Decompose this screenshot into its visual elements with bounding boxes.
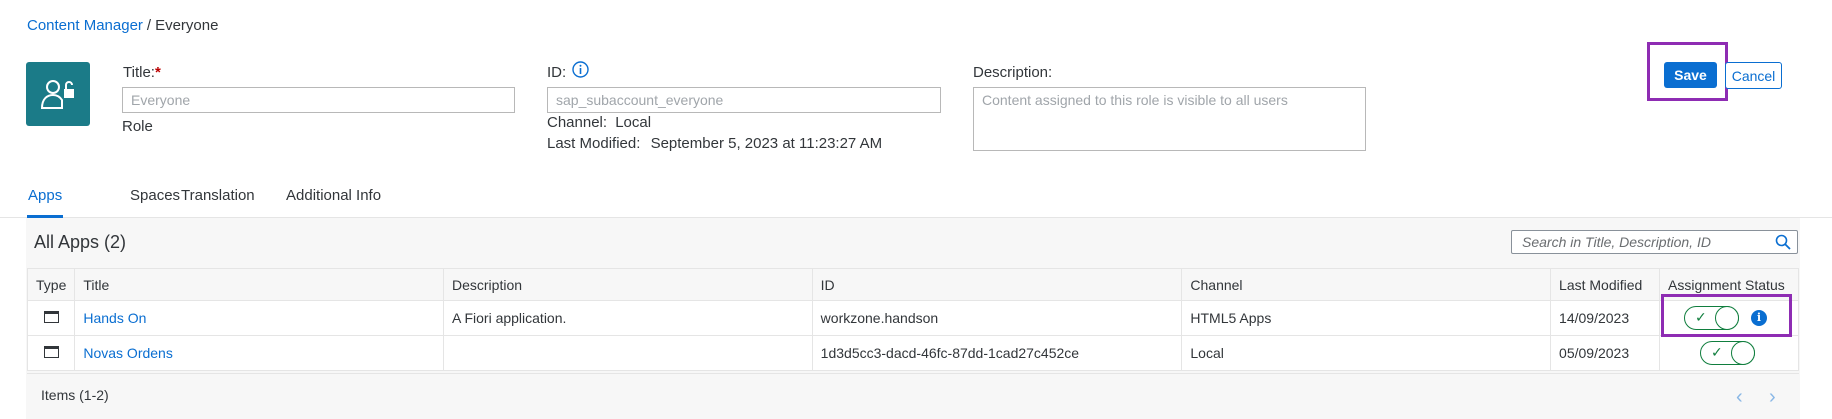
title-input[interactable]: Everyone <box>122 87 515 113</box>
assignment-cell: ✓ <box>1659 335 1799 371</box>
breadcrumb: Content Manager / Everyone <box>27 17 218 34</box>
apps-table: Type Title Description ID Channel Last M… <box>26 268 1799 371</box>
app-id: workzone.handson <box>811 300 1183 336</box>
items-count: Items (1-2) <box>41 387 109 403</box>
app-title-link[interactable]: Novas Ordens <box>74 335 444 371</box>
role-lock-icon <box>26 62 90 126</box>
chevron-right-icon[interactable]: › <box>1769 386 1776 409</box>
assignment-highlight-box <box>1661 294 1792 337</box>
app-description: A Fiori application. <box>443 300 813 336</box>
cancel-button[interactable]: Cancel <box>1725 62 1782 89</box>
description-textarea[interactable]: Content assigned to this role is visible… <box>973 87 1366 151</box>
breadcrumb-separator: / <box>146 17 152 34</box>
title-label: Title:* <box>123 64 161 81</box>
app-title-link[interactable]: Hands On <box>74 300 444 336</box>
id-label: ID: <box>547 64 567 81</box>
modified-label: Last Modified: <box>547 135 641 152</box>
column-header-id[interactable]: ID <box>811 268 1183 301</box>
app-last-modified: 05/09/2023 <box>1550 335 1660 371</box>
assignment-toggle[interactable]: ✓ <box>1700 341 1755 365</box>
column-header-description[interactable]: Description <box>443 268 813 301</box>
modified-value: September 5, 2023 at 11:23:27 AM <box>650 135 883 152</box>
column-header-channel[interactable]: Channel <box>1181 268 1552 301</box>
search-input[interactable]: Search in Title, Description, ID <box>1511 230 1798 254</box>
type-label: Role <box>122 118 153 135</box>
channel-value: Local <box>615 114 652 131</box>
id-input[interactable]: sap_subaccount_everyone <box>547 87 941 113</box>
tab-spaces[interactable]: Spaces <box>130 187 180 204</box>
type-cell <box>26 335 76 371</box>
breadcrumb-current: Everyone <box>155 17 219 34</box>
modified-row: Last Modified: September 5, 2023 at 11:2… <box>547 135 882 152</box>
table-footer: Items (1-2) ‹ › <box>27 373 1799 417</box>
channel-label: Channel: <box>547 114 608 131</box>
app-channel: Local <box>1181 335 1552 371</box>
table-header-row: Type Title Description ID Channel Last M… <box>26 268 1799 301</box>
app-window-icon <box>44 311 59 323</box>
column-header-last-modified[interactable]: Last Modified <box>1550 268 1660 301</box>
app-last-modified: 14/09/2023 <box>1550 300 1660 336</box>
search-icon[interactable] <box>1775 234 1791 250</box>
tab-bar: Apps Spaces Translation Additional Info <box>0 180 1832 218</box>
tab-additional-info[interactable]: Additional Info <box>286 187 381 204</box>
column-header-type: Type <box>26 268 76 301</box>
channel-row: Channel: Local <box>547 114 651 131</box>
column-header-title[interactable]: Title <box>74 268 444 301</box>
toggle-knob <box>1731 341 1755 365</box>
check-icon: ✓ <box>1711 344 1723 360</box>
search-placeholder: Search in Title, Description, ID <box>1522 234 1711 250</box>
app-id: 1d3d5cc3-dacd-46fc-87dd-1cad27c452ce <box>811 335 1183 371</box>
tab-translation[interactable]: Translation <box>181 187 255 204</box>
required-mark: * <box>154 64 161 81</box>
table-row[interactable]: Hands On A Fiori application. workzone.h… <box>26 300 1799 336</box>
breadcrumb-link-content-manager[interactable]: Content Manager <box>27 17 143 34</box>
tab-apps[interactable]: Apps <box>28 187 62 204</box>
chevron-left-icon[interactable]: ‹ <box>1736 386 1743 409</box>
description-label: Description: <box>973 64 1053 81</box>
apps-title: All Apps (2) <box>34 232 127 252</box>
app-channel: HTML5 Apps <box>1181 300 1552 336</box>
save-highlight-box <box>1647 42 1728 101</box>
info-icon[interactable] <box>572 61 589 78</box>
app-description <box>443 335 813 371</box>
table-row[interactable]: Novas Ordens 1d3d5cc3-dacd-46fc-87dd-1ca… <box>26 335 1799 371</box>
app-window-icon <box>44 346 59 358</box>
type-cell <box>26 300 76 336</box>
